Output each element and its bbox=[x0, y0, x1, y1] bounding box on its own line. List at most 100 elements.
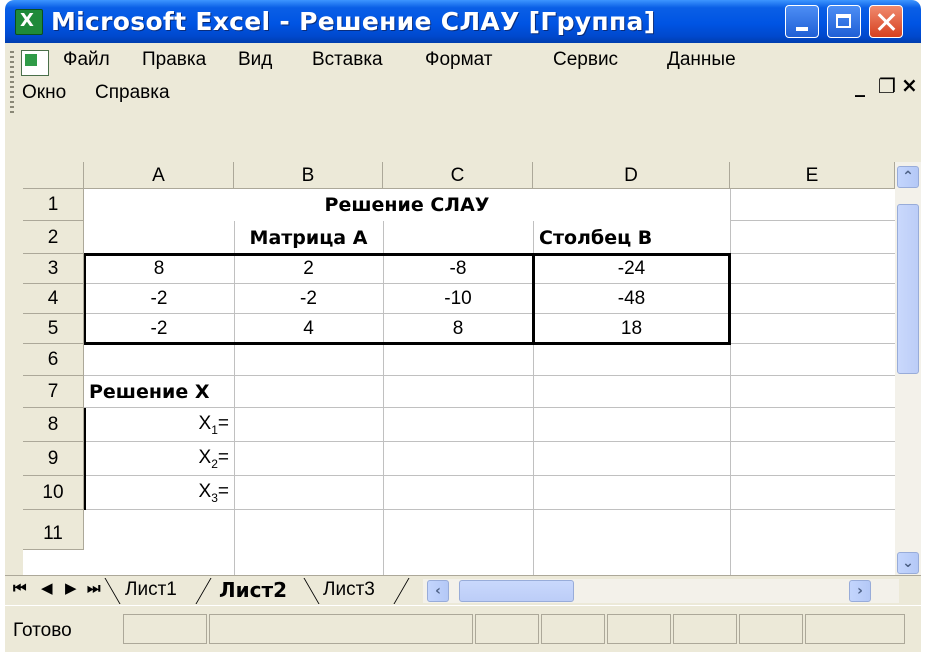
menu-window[interactable]: Окно bbox=[22, 82, 66, 104]
vertical-scroll-thumb[interactable] bbox=[897, 204, 919, 374]
select-all-corner[interactable] bbox=[23, 162, 84, 189]
menu-tools[interactable]: Сервис bbox=[553, 49, 618, 71]
menu-edit[interactable]: Правка bbox=[142, 49, 206, 71]
close-button[interactable] bbox=[869, 5, 903, 38]
sheet-tab-bar: ⏮ ◀ ▶ ⏭ Лист1 Лист2 Лист3 ‹ › bbox=[5, 575, 921, 606]
row-header-9[interactable]: 9 bbox=[23, 442, 84, 476]
vertical-scrollbar[interactable]: ⌃ ⌄ bbox=[895, 162, 921, 575]
status-text: Готово bbox=[13, 620, 72, 641]
column-header-e[interactable]: E bbox=[730, 162, 895, 189]
status-bar: Готово bbox=[5, 605, 921, 652]
excel-window: Microsoft Excel - Решение СЛАУ [Группа] … bbox=[5, 0, 921, 652]
row-header-1[interactable]: 1 bbox=[23, 189, 84, 221]
spreadsheet-grid[interactable]: A B C D E 1 2 3 4 5 6 7 8 9 10 11 Решени… bbox=[23, 162, 895, 575]
cell-solution-label: Решение Х bbox=[89, 381, 210, 403]
tab-sheet2[interactable]: Лист2 bbox=[219, 578, 287, 602]
x2-symbol: X bbox=[198, 447, 212, 468]
doc-restore-button[interactable]: ❐ bbox=[878, 74, 896, 98]
menu-insert[interactable]: Вставка bbox=[312, 49, 383, 71]
workbook-icon[interactable] bbox=[21, 50, 49, 76]
cell-b5[interactable]: 4 bbox=[234, 318, 383, 340]
cell-x1-label: X1= bbox=[84, 413, 229, 437]
menu-bar: Файл Правка Вид Вставка Формат Сервис Да… bbox=[5, 43, 921, 159]
maximize-button[interactable] bbox=[827, 5, 861, 38]
column-header-b[interactable]: B bbox=[234, 162, 383, 189]
status-panel bbox=[739, 614, 803, 644]
menu-view[interactable]: Вид bbox=[238, 49, 272, 71]
tab-divider bbox=[195, 578, 212, 604]
first-sheet-icon[interactable]: ⏮ bbox=[13, 579, 27, 597]
title-bar[interactable]: Microsoft Excel - Решение СЛАУ [Группа] bbox=[5, 0, 921, 43]
x3-equals: = bbox=[217, 481, 229, 502]
horizontal-scroll-thumb[interactable] bbox=[459, 580, 574, 602]
table-border bbox=[84, 253, 731, 256]
minimize-button[interactable] bbox=[785, 5, 819, 38]
window-title: Microsoft Excel - Решение СЛАУ [Группа] bbox=[51, 7, 656, 36]
menu-file[interactable]: Файл bbox=[63, 49, 110, 71]
cell-c5[interactable]: 8 bbox=[383, 318, 533, 340]
tab-divider bbox=[393, 578, 410, 604]
cell-x2-label: X2= bbox=[84, 447, 229, 471]
gridline bbox=[84, 313, 895, 314]
menu-format[interactable]: Формат bbox=[425, 49, 493, 71]
cell-c4[interactable]: -10 bbox=[383, 288, 533, 310]
cell-a4[interactable]: -2 bbox=[84, 288, 234, 310]
row-header-8[interactable]: 8 bbox=[23, 408, 84, 442]
doc-close-button[interactable]: × bbox=[901, 73, 918, 97]
row-header-5[interactable]: 5 bbox=[23, 314, 84, 344]
gridline bbox=[84, 475, 895, 476]
scroll-up-icon[interactable]: ⌃ bbox=[897, 166, 919, 188]
toolbar-grip[interactable] bbox=[10, 51, 14, 115]
table-border bbox=[84, 342, 731, 345]
row-header-3[interactable]: 3 bbox=[23, 254, 84, 284]
scroll-left-icon[interactable]: ‹ bbox=[427, 580, 449, 602]
tab-sheet3[interactable]: Лист3 bbox=[323, 578, 375, 602]
cell-d3[interactable]: -24 bbox=[533, 258, 730, 280]
status-panel bbox=[209, 614, 473, 644]
tab-divider bbox=[303, 578, 320, 604]
column-header-a[interactable]: A bbox=[84, 162, 234, 189]
x3-subscript: 3 bbox=[211, 490, 218, 505]
scroll-right-icon[interactable]: › bbox=[849, 580, 871, 602]
row-header-6[interactable]: 6 bbox=[23, 344, 84, 376]
cell-a3[interactable]: 8 bbox=[84, 258, 234, 280]
excel-app-icon[interactable] bbox=[15, 9, 43, 35]
row-header-7[interactable]: 7 bbox=[23, 376, 84, 408]
row-header-11[interactable]: 11 bbox=[23, 510, 84, 550]
gridline bbox=[84, 283, 895, 284]
cell-title: Решение СЛАУ bbox=[324, 194, 490, 216]
cell-matrix-header: Матрица А bbox=[249, 227, 368, 249]
prev-sheet-icon[interactable]: ◀ bbox=[41, 579, 53, 597]
column-header-c[interactable]: C bbox=[383, 162, 533, 189]
status-panel bbox=[541, 614, 605, 644]
x2-equals: = bbox=[217, 447, 229, 468]
cell-column-header: Столбец В bbox=[539, 227, 653, 249]
tab-sheet1[interactable]: Лист1 bbox=[125, 578, 177, 602]
doc-minimize-button[interactable]: _ bbox=[855, 73, 865, 97]
cell-d4[interactable]: -48 bbox=[533, 288, 730, 310]
horizontal-scrollbar[interactable]: ‹ › bbox=[423, 579, 899, 603]
cell-d5[interactable]: 18 bbox=[533, 318, 730, 340]
row-header-4[interactable]: 4 bbox=[23, 284, 84, 314]
last-sheet-icon[interactable]: ⏭ bbox=[87, 579, 101, 597]
menu-help[interactable]: Справка bbox=[95, 82, 170, 104]
row-header-2[interactable]: 2 bbox=[23, 221, 84, 254]
status-panel bbox=[673, 614, 737, 644]
cell-c3[interactable]: -8 bbox=[383, 258, 533, 280]
cell-a5[interactable]: -2 bbox=[84, 318, 234, 340]
gridline bbox=[84, 509, 895, 510]
x1-subscript: 1 bbox=[211, 422, 218, 437]
cell-x3-label: X3= bbox=[84, 481, 229, 505]
gridline bbox=[730, 220, 895, 221]
cell-b3[interactable]: 2 bbox=[234, 258, 383, 280]
gridline bbox=[84, 375, 895, 376]
x2-subscript: 2 bbox=[211, 456, 218, 471]
row-header-10[interactable]: 10 bbox=[23, 476, 84, 510]
gridline bbox=[84, 407, 895, 408]
scroll-down-icon[interactable]: ⌄ bbox=[897, 552, 919, 574]
cell-b4[interactable]: -2 bbox=[234, 288, 383, 310]
next-sheet-icon[interactable]: ▶ bbox=[65, 579, 77, 597]
column-header-d[interactable]: D bbox=[533, 162, 730, 189]
status-panel bbox=[475, 614, 539, 644]
menu-data[interactable]: Данные bbox=[667, 49, 736, 71]
